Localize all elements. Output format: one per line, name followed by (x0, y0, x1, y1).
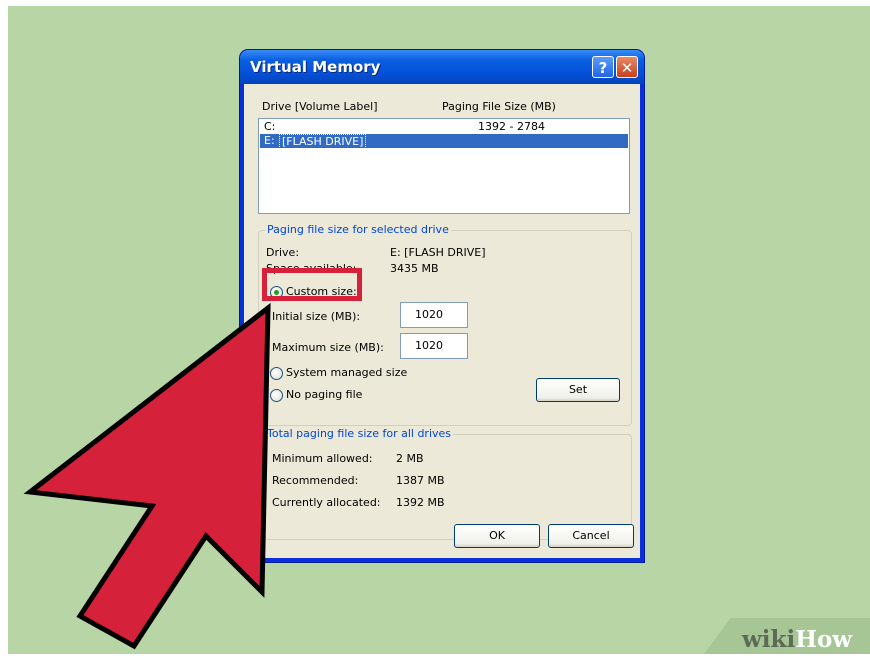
red-arrow-icon (23, 302, 271, 650)
wikihow-watermark: wikiHow (742, 626, 853, 653)
